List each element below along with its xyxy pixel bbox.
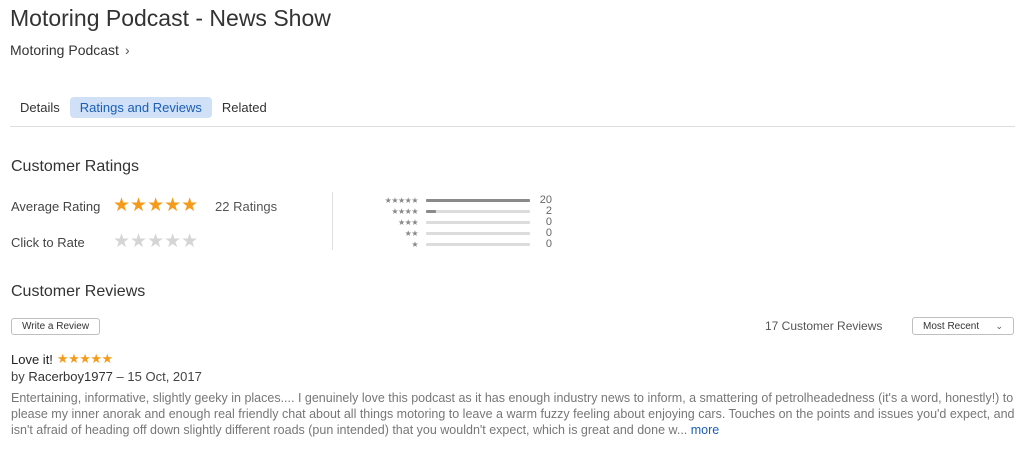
review-stars: ★★★★★ bbox=[56, 351, 113, 366]
tab-divider bbox=[10, 126, 1015, 127]
histogram-stars: ★ bbox=[411, 240, 418, 249]
review-author: Racerboy1977 bbox=[28, 369, 113, 384]
histogram-bar bbox=[426, 232, 530, 235]
review-by-prefix: by bbox=[11, 369, 25, 384]
histogram-bar bbox=[426, 199, 530, 202]
histogram-fill bbox=[426, 210, 437, 213]
tab-bar: Details Ratings and Reviews Related bbox=[10, 97, 277, 118]
sort-selected-value: Most Recent bbox=[923, 320, 980, 332]
histogram-row-3: ★★★ 0 bbox=[352, 217, 572, 228]
histogram-stars: ★★★★★ bbox=[384, 196, 419, 205]
histogram-fill bbox=[426, 199, 530, 202]
chevron-right-icon: › bbox=[124, 42, 130, 58]
review-byline: by Racerboy1977 – 15 Oct, 2017 bbox=[11, 369, 202, 384]
average-rating-stars: ★★★★★ bbox=[113, 195, 199, 216]
tab-details[interactable]: Details bbox=[10, 97, 70, 118]
histogram-row-4: ★★★★ 2 bbox=[352, 206, 572, 217]
click-to-rate-stars[interactable]: ★★★★★ bbox=[113, 232, 198, 251]
click-to-rate-label: Click to Rate bbox=[11, 235, 85, 250]
artist-link[interactable]: Motoring Podcast › bbox=[10, 42, 130, 58]
review-body: Entertaining, informative, slightly geek… bbox=[11, 390, 1016, 438]
histogram-row-2: ★★ 0 bbox=[352, 228, 572, 239]
ratings-count: 22 Ratings bbox=[215, 199, 278, 214]
ratings-divider bbox=[332, 192, 333, 250]
histogram-bar bbox=[426, 221, 530, 224]
review-title: Love it! ★★★★★ bbox=[11, 351, 113, 367]
ratings-histogram: ★★★★★ 20 ★★★★ 2 ★★★ 0 ★★ 0 ★ 0 bbox=[352, 195, 572, 250]
review-date-separator: – bbox=[116, 369, 124, 384]
histogram-bar bbox=[426, 243, 530, 246]
customer-ratings-heading: Customer Ratings bbox=[11, 158, 140, 175]
page-title: Motoring Podcast - News Show bbox=[10, 5, 331, 31]
review-count: 17 Customer Reviews bbox=[765, 319, 883, 333]
review-title-text: Love it! bbox=[11, 351, 53, 367]
average-rating-label: Average Rating bbox=[11, 199, 101, 214]
review-more-link[interactable]: more bbox=[691, 423, 719, 437]
customer-reviews-heading: Customer Reviews bbox=[11, 283, 146, 300]
histogram-row-1: ★ 0 bbox=[352, 239, 572, 250]
review-body-text: Entertaining, informative, slightly geek… bbox=[11, 391, 1015, 437]
sort-select[interactable]: Most Recent ⌄ bbox=[912, 317, 1014, 335]
review-date: 15 Oct, 2017 bbox=[127, 369, 202, 384]
histogram-row-5: ★★★★★ 20 bbox=[352, 195, 572, 206]
histogram-stars: ★★★★ bbox=[391, 207, 418, 216]
chevron-down-icon: ⌄ bbox=[995, 320, 1003, 331]
histogram-stars: ★★★ bbox=[397, 218, 419, 227]
artist-name: Motoring Podcast bbox=[10, 42, 119, 58]
histogram-stars: ★★ bbox=[404, 229, 419, 238]
write-review-button[interactable]: Write a Review bbox=[11, 318, 101, 335]
histogram-bar bbox=[426, 210, 530, 213]
tab-ratings-and-reviews[interactable]: Ratings and Reviews bbox=[69, 97, 212, 118]
tab-related[interactable]: Related bbox=[212, 97, 277, 118]
histogram-count: 0 bbox=[545, 238, 552, 250]
